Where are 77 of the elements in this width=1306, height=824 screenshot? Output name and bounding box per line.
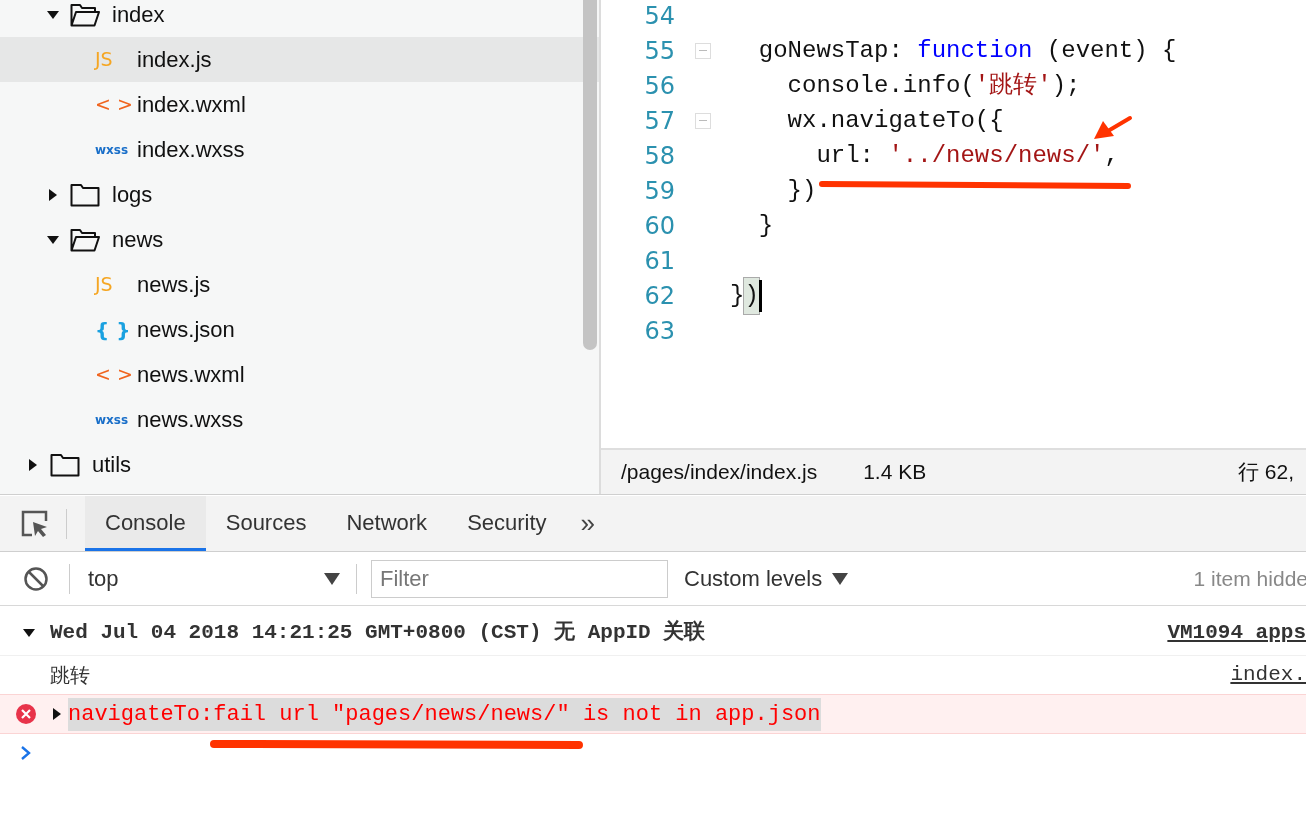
scrollbar[interactable]: [583, 0, 597, 350]
file-size: 1.4 KB: [863, 459, 927, 486]
code-line: goNewsTap: function (event) {: [757, 35, 1177, 66]
group-title: Wed Jul 04 2018 14:21:25 GMT+0800 (CST) 无 AppID 关联: [50, 619, 706, 646]
filter-input[interactable]: Filter: [371, 559, 668, 598]
file-name: news.js: [137, 271, 211, 299]
console-group-header[interactable]: Wed Jul 04 2018 14:21:25 GMT+0800 (CST) 无 AppID 关联 VM1094 apps: [0, 610, 1306, 656]
folder-icon: [50, 452, 80, 477]
file-name: index.wxss: [137, 136, 245, 164]
folder-name: news: [112, 226, 164, 254]
file-type-icon: wxss: [95, 410, 137, 429]
dropdown-caret-icon: [324, 571, 340, 586]
file-type-icon: < >: [95, 90, 137, 119]
folder-row[interactable]: news: [0, 217, 599, 262]
code-line: }: [757, 210, 774, 241]
line-number: 61: [643, 245, 675, 277]
folder-row[interactable]: logs: [0, 172, 599, 217]
line-number: 58: [643, 140, 675, 172]
line-number: 54: [643, 0, 675, 32]
file-row[interactable]: { } news.json: [0, 307, 599, 352]
devtools-tab[interactable]: Sources: [205, 496, 327, 551]
devtools-tab[interactable]: Security: [447, 496, 567, 551]
folder-name: utils: [92, 451, 132, 479]
file-type-icon: JS: [95, 270, 137, 299]
open-folder-icon: [70, 227, 100, 252]
file-type-icon: JS: [95, 45, 137, 74]
line-number: 56: [643, 70, 675, 102]
log-levels-dropdown[interactable]: Custom levels: [684, 562, 849, 595]
prompt-icon: [20, 745, 32, 761]
devtools-tab[interactable]: Console: [85, 496, 206, 551]
error-text: navigateTo:fail url "pages/news/news/" is not in app.json: [68, 697, 821, 731]
source-link[interactable]: index.: [1230, 659, 1306, 691]
folder-name: logs: [112, 181, 153, 209]
line-number: 55: [643, 35, 675, 67]
code-line: wx.navigateTo({: [786, 105, 1004, 136]
line-number: 62: [643, 280, 675, 312]
devtools-tab[interactable]: Network: [326, 496, 448, 551]
file-row[interactable]: JS news.js: [0, 262, 599, 307]
folder-row[interactable]: index: [0, 0, 599, 37]
file-name: news.wxss: [137, 406, 244, 434]
code-line: }): [730, 277, 759, 314]
file-name: index.wxml: [137, 91, 246, 119]
cursor-position: 行 62,: [1237, 459, 1295, 486]
code-line: url: '../news/news/',: [815, 140, 1119, 171]
file-row[interactable]: wxss news.wxss: [0, 397, 599, 442]
dropdown-caret-icon: [832, 571, 849, 586]
file-name: news.wxml: [137, 361, 245, 389]
line-number: 59: [643, 175, 675, 207]
fold-marker-icon[interactable]: [694, 112, 711, 129]
code-line: console.info('跳转');: [786, 70, 1081, 101]
file-row[interactable]: < > index.wxml: [0, 82, 599, 127]
file-type-icon: < >: [95, 360, 137, 389]
line-number: 60: [643, 210, 675, 242]
more-tabs-button[interactable]: »: [566, 496, 610, 551]
file-type-icon: wxss: [95, 140, 137, 159]
file-name: index.js: [137, 46, 212, 74]
file-row[interactable]: JS index.js: [0, 37, 599, 82]
file-path: /pages/index/index.js: [621, 459, 818, 486]
folder-icon: [70, 182, 100, 207]
file-type-icon: { }: [95, 314, 137, 345]
fold-marker-icon[interactable]: [694, 42, 711, 59]
file-name: news.json: [137, 316, 235, 344]
file-row[interactable]: < > news.wxml: [0, 352, 599, 397]
log-message: 跳转: [50, 662, 90, 689]
folder-row[interactable]: utils: [0, 442, 599, 487]
context-select[interactable]: top: [88, 562, 350, 595]
open-folder-icon: [70, 2, 100, 27]
clear-console-icon[interactable]: [23, 565, 49, 592]
error-icon: [15, 703, 37, 725]
annotation-arrow: [1094, 116, 1132, 139]
file-row[interactable]: wxss index.wxss: [0, 127, 599, 172]
source-link[interactable]: VM1094 apps: [1167, 616, 1306, 649]
line-number: 57: [643, 105, 675, 137]
inspect-icon[interactable]: [20, 508, 50, 539]
folder-name: index: [112, 1, 165, 29]
code-line: }): [786, 175, 817, 206]
line-number: 63: [643, 315, 675, 347]
